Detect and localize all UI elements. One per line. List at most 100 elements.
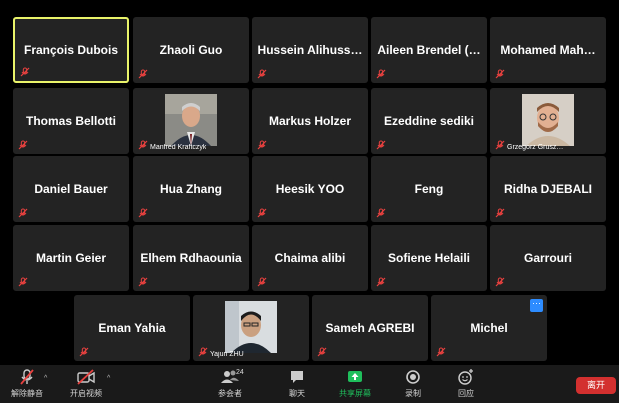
mic-muted-icon — [436, 347, 446, 357]
participants-label: 参会者 — [218, 389, 242, 398]
reactions-label: 回应 — [458, 389, 474, 398]
mic-muted-icon — [257, 140, 267, 150]
mic-muted-icon — [376, 69, 386, 79]
mic-muted-icon — [138, 277, 148, 287]
participant-tile-elhem-rdhaounia[interactable]: Elhem Rdhaounia — [133, 225, 249, 291]
participant-name: Garrouri — [523, 251, 572, 265]
participant-tile-thomas-bellotti[interactable]: Thomas Bellotti — [13, 88, 129, 154]
participant-tile-sofiene-helaili[interactable]: Sofiene Helaili — [371, 225, 487, 291]
participant-video-manfred-kraftczyk — [165, 94, 217, 146]
record-icon — [391, 368, 435, 386]
mic-muted-icon — [18, 277, 28, 287]
participant-tile-aileen-brendel[interactable]: Aileen Brendel (… — [371, 17, 487, 83]
share-screen-icon — [333, 368, 377, 386]
participants-button[interactable]: 24 参会者 — [208, 368, 252, 399]
participants-icon: 24 — [208, 368, 252, 386]
mic-muted-icon — [495, 69, 505, 79]
mic-muted-icon — [495, 277, 505, 287]
mic-muted-icon — [138, 69, 148, 79]
participant-name: Zhaoli Guo — [159, 43, 223, 57]
participant-tile-hussein-alihuss[interactable]: Hussein Alihuss… — [252, 17, 368, 83]
record-button[interactable]: 录制 — [391, 368, 435, 399]
participant-tile-hua-zhang[interactable]: Hua Zhang — [133, 156, 249, 222]
mic-muted-icon — [198, 347, 208, 357]
participant-count: 24 — [236, 369, 244, 376]
mic-muted-icon — [79, 347, 89, 357]
participant-video-grzegorz-grusz — [522, 94, 574, 146]
participant-name: Michel — [470, 321, 508, 335]
participant-name: Hussein Alihuss… — [257, 43, 363, 57]
participant-tile-feng[interactable]: Feng — [371, 156, 487, 222]
mic-muted-icon — [5, 368, 49, 386]
participant-tile-grzegorz-grusz[interactable]: Grzegorz Grusz… — [490, 88, 606, 154]
participant-tile-manfred-kraftczyk[interactable]: Manfred Kraftczyk — [133, 88, 249, 154]
participant-tile-garrouri[interactable]: Garrouri — [490, 225, 606, 291]
mic-muted-icon — [495, 208, 505, 218]
participant-tile-sameh-agrebi[interactable]: Sameh AGREBI — [312, 295, 428, 361]
participant-tile-eman-yahia[interactable]: Eman Yahia — [74, 295, 190, 361]
participant-tile-mohamed-mah[interactable]: Mohamed Mah… — [490, 17, 606, 83]
chat-button[interactable]: 聊天 — [275, 368, 319, 399]
participant-tile-yajun-zhu[interactable]: Yajun ZHU — [193, 295, 309, 361]
participant-tile-martin-geier[interactable]: Martin Geier — [13, 225, 129, 291]
chat-label: 聊天 — [289, 389, 305, 398]
gallery-grid: François Dubois Zhaoli Guo Hussein Alihuss… — [0, 0, 619, 365]
participant-name: Daniel Bauer — [34, 182, 108, 196]
mic-muted-icon — [376, 140, 386, 150]
mic-muted-icon — [18, 140, 28, 150]
mic-muted-icon — [257, 277, 267, 287]
record-label: 录制 — [405, 389, 421, 398]
participant-tile-michel[interactable]: Michel ··· — [431, 295, 547, 361]
participant-tile-ezeddine-sediki[interactable]: Ezeddine sediki — [371, 88, 487, 154]
participant-name: Elhem Rdhaounia — [140, 251, 242, 265]
participant-name: Sofiene Helaili — [387, 251, 471, 265]
participant-name: Chaima alibi — [274, 251, 346, 265]
participant-name: Eman Yahia — [98, 321, 166, 335]
smiley-plus-icon — [444, 368, 488, 386]
mic-muted-icon — [495, 140, 505, 150]
participant-name: Aileen Brendel (… — [377, 43, 481, 57]
participant-name: Thomas Bellotti — [25, 114, 116, 128]
participant-name: Yajun ZHU — [210, 351, 244, 358]
participant-name: Ridha DJEBALI — [503, 182, 592, 196]
mic-muted-icon — [138, 140, 148, 150]
start-video-label: 开启视频 — [70, 389, 102, 398]
mic-muted-icon — [317, 347, 327, 357]
participant-name: Ezeddine sediki — [383, 114, 475, 128]
participant-tile-daniel-bauer[interactable]: Daniel Bauer — [13, 156, 129, 222]
participant-tile-heesik-yoo[interactable]: Heesik YOO — [252, 156, 368, 222]
participant-tile-francois-dubois[interactable]: François Dubois — [13, 17, 129, 83]
participant-name: Sameh AGREBI — [325, 321, 415, 335]
unmute-button[interactable]: 解除静音 — [5, 368, 49, 399]
video-off-icon — [64, 368, 108, 386]
share-screen-button[interactable]: 共享屏幕 — [333, 368, 377, 399]
participant-name: Hua Zhang — [160, 182, 222, 196]
share-screen-label: 共享屏幕 — [339, 389, 371, 398]
reactions-button[interactable]: 回应 — [444, 368, 488, 399]
mic-muted-icon — [138, 208, 148, 218]
mic-muted-icon — [376, 277, 386, 287]
participant-name: Heesik YOO — [275, 182, 345, 196]
leave-button[interactable]: 离开 — [576, 377, 616, 394]
start-video-button[interactable]: 开启视频 — [64, 368, 108, 399]
participant-tile-ridha-djebali[interactable]: Ridha DJEBALI — [490, 156, 606, 222]
audio-options-caret-icon[interactable]: ^ — [44, 375, 47, 382]
participant-video-yajun-zhu — [225, 301, 277, 353]
participant-tile-chaima-alibi[interactable]: Chaima alibi — [252, 225, 368, 291]
participant-tile-zhaoli-guo[interactable]: Zhaoli Guo — [133, 17, 249, 83]
mic-muted-icon — [376, 208, 386, 218]
participant-name: Markus Holzer — [268, 114, 352, 128]
mic-muted-icon — [18, 208, 28, 218]
mic-muted-icon — [257, 208, 267, 218]
participant-tile-markus-holzer[interactable]: Markus Holzer — [252, 88, 368, 154]
participant-name: Manfred Kraftczyk — [150, 144, 207, 151]
tile-more-options-button[interactable]: ··· — [530, 299, 543, 312]
participant-name: Feng — [414, 182, 444, 196]
unmute-label: 解除静音 — [11, 389, 43, 398]
participant-name: Mohamed Mah… — [500, 43, 596, 57]
mic-muted-icon — [257, 69, 267, 79]
chat-icon — [275, 368, 319, 386]
meeting-toolbar: 解除静音 ^ 开启视频 ^ 24 参会者 聊天 共享屏幕 录制 回应 离开 — [0, 365, 619, 403]
participant-name: Grzegorz Grusz… — [507, 144, 564, 151]
video-options-caret-icon[interactable]: ^ — [107, 375, 110, 382]
